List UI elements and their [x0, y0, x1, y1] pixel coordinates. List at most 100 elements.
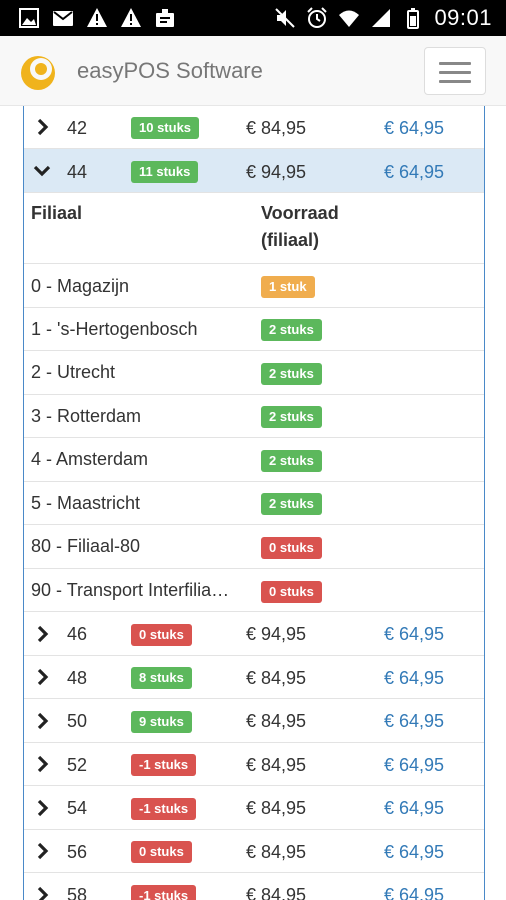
size-value: 48 — [67, 668, 88, 688]
wifi-icon — [339, 10, 360, 27]
alarm-icon — [307, 7, 328, 28]
size-value: 56 — [67, 842, 88, 862]
system-icons: 09:01 — [274, 5, 492, 30]
sale-price-value: € 64,95 — [384, 118, 445, 138]
store-stock-badge: 2 stuks — [261, 493, 322, 515]
store-stock-badge: 2 stuks — [261, 406, 322, 428]
store-row: 80 - Filiaal-80 0 stuks — [24, 525, 484, 569]
stock-badge: 10 stuks — [131, 117, 200, 139]
table-row[interactable]: 48 8 stuks € 84,95 € 64,95 — [24, 656, 484, 699]
chevron-right-icon[interactable] — [33, 625, 51, 643]
table-row[interactable]: 50 9 stuks € 84,95 € 64,95 — [24, 699, 484, 743]
price-value: € 84,95 — [246, 668, 307, 688]
easypos-logo-icon[interactable] — [19, 54, 57, 92]
clock: 09:01 — [434, 5, 492, 30]
table-row[interactable]: 46 0 stuks € 94,95 € 64,95 — [24, 612, 484, 656]
table-row-expanded[interactable]: 44 11 stuks € 94,95 € 64,95 — [24, 149, 484, 193]
stock-badge: 9 stuks — [131, 711, 192, 733]
price-value: € 84,95 — [246, 711, 307, 731]
table-row[interactable]: 54 -1 stuks € 84,95 € 64,95 — [24, 786, 484, 830]
sale-price-value: € 64,95 — [384, 755, 445, 775]
stock-badge: -1 stuks — [131, 885, 197, 900]
store-row: 3 - Rotterdam 2 stuks — [24, 395, 484, 438]
store-name: 2 - Utrecht — [31, 362, 116, 382]
table-row[interactable]: 42 10 stuks € 84,95 € 64,95 — [24, 106, 484, 149]
signal-icon — [372, 9, 391, 27]
menu-toggle-button[interactable] — [424, 47, 486, 95]
battery-icon — [407, 8, 420, 29]
store-name: 80 - Filiaal-80 — [31, 536, 141, 556]
chevron-right-icon[interactable] — [33, 712, 51, 730]
size-value: 58 — [67, 885, 88, 900]
store-row: 90 - Transport Interfilia… 0 stuks — [24, 569, 484, 612]
sale-price-value: € 64,95 — [384, 668, 445, 688]
warning-icon — [121, 8, 141, 27]
chevron-right-icon[interactable] — [33, 118, 51, 136]
chevron-right-icon[interactable] — [33, 886, 51, 900]
size-value: 44 — [67, 162, 88, 182]
sale-price-value: € 64,95 — [384, 842, 445, 862]
store-row: 5 - Maastricht 2 stuks — [24, 482, 484, 525]
store-name: 0 - Magazijn — [31, 276, 130, 296]
notification-icons — [18, 6, 176, 30]
column-header-stock-sub: (filiaal) — [261, 230, 320, 250]
hamburger-icon — [439, 71, 471, 74]
column-header-stock: Voorraad — [261, 203, 339, 223]
store-name: 5 - Maastricht — [31, 493, 141, 513]
price-value: € 84,95 — [246, 842, 307, 862]
store-row: 4 - Amsterdam 2 stuks — [24, 438, 484, 482]
price-value: € 84,95 — [246, 798, 307, 818]
table-row[interactable]: 52 -1 stuks € 84,95 € 64,95 — [24, 743, 484, 786]
store-row: 0 - Magazijn 1 stuk — [24, 264, 484, 308]
store-name: 1 - 's-Hertogenbosch — [31, 319, 198, 339]
store-name: 4 - Amsterdam — [31, 449, 149, 469]
table-row[interactable]: 56 0 stuks € 84,95 € 64,95 — [24, 830, 484, 873]
sale-price-value: € 64,95 — [384, 798, 445, 818]
warning-icon — [87, 8, 107, 27]
navbar: easyPOS Software — [0, 36, 506, 106]
sale-price-value: € 64,95 — [384, 711, 445, 731]
size-value: 54 — [67, 798, 88, 818]
chevron-down-icon[interactable] — [33, 162, 51, 180]
price-value: € 84,95 — [246, 118, 307, 138]
stock-badge: -1 stuks — [131, 798, 197, 820]
store-stock-badge: 1 stuk — [261, 276, 315, 298]
size-value: 50 — [67, 711, 88, 731]
store-stock-header: Filiaal Voorraad (filiaal) — [24, 193, 484, 264]
size-value: 42 — [67, 118, 88, 138]
sale-price-value: € 64,95 — [384, 885, 445, 900]
store-stock-badge: 2 stuks — [261, 319, 322, 341]
stock-badge: -1 stuks — [131, 754, 197, 776]
chevron-right-icon[interactable] — [33, 842, 51, 860]
status-bar: 09:01 — [0, 0, 506, 36]
store-stock-badge: 2 stuks — [261, 363, 322, 385]
chevron-right-icon[interactable] — [33, 755, 51, 773]
chevron-right-icon[interactable] — [33, 799, 51, 817]
mute-icon — [275, 8, 296, 28]
store-name: 90 - Transport Interfilia… — [31, 580, 230, 600]
chevron-right-icon[interactable] — [33, 668, 51, 686]
sale-price-value: € 64,95 — [384, 162, 445, 182]
stock-badge: 0 stuks — [131, 624, 192, 646]
store-stock-badge: 0 stuks — [261, 537, 322, 559]
stock-badge: 0 stuks — [131, 841, 192, 863]
price-value: € 84,95 — [246, 885, 307, 900]
store-stock-badge: 0 stuks — [261, 581, 322, 603]
table-row[interactable]: 58 -1 stuks € 84,95 € 64,95 — [24, 873, 484, 900]
store-name: 3 - Rotterdam — [31, 406, 142, 426]
price-value: € 94,95 — [246, 624, 307, 644]
column-header-store: Filiaal — [31, 203, 83, 223]
size-value: 52 — [67, 755, 88, 775]
sale-price-value: € 64,95 — [384, 624, 445, 644]
stock-badge: 11 stuks — [131, 161, 199, 183]
price-value: € 94,95 — [246, 162, 307, 182]
mail-icon — [53, 11, 73, 26]
image-icon — [19, 8, 39, 28]
stock-badge: 8 stuks — [131, 667, 192, 689]
hamburger-icon — [439, 62, 471, 65]
store-row: 2 - Utrecht 2 stuks — [24, 351, 484, 395]
brand-title[interactable]: easyPOS Software — [77, 58, 263, 84]
store-stock-badge: 2 stuks — [261, 450, 322, 472]
price-value: € 84,95 — [246, 755, 307, 775]
clipboard-icon — [156, 9, 174, 27]
